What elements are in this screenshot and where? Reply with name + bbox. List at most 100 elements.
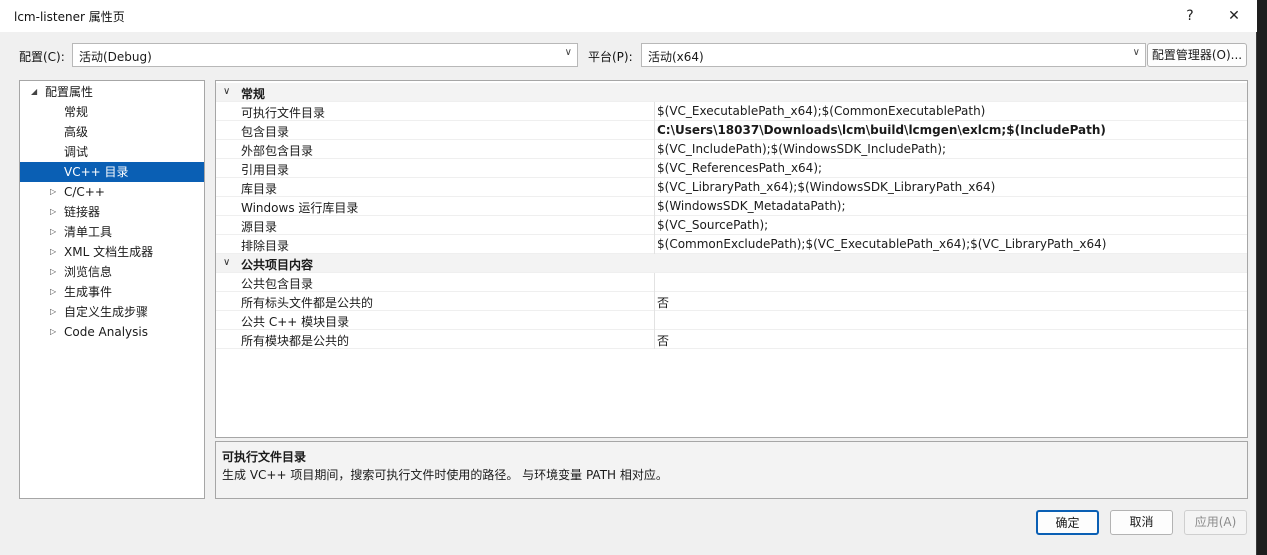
expanded-arrow-icon[interactable]: ◢ [31, 82, 37, 102]
tree-item[interactable]: ▷ 清单工具 [20, 222, 204, 242]
property-value[interactable]: $(VC_ExecutablePath_x64);$(CommonExecuta… [657, 104, 985, 118]
property-name: 外部包含目录 [241, 144, 314, 158]
property-row[interactable]: 可执行文件目录 $(VC_ExecutablePath_x64);$(Common… [216, 102, 1247, 121]
property-name: 源目录 [241, 220, 278, 234]
tree-item[interactable]: ▷ Code Analysis [20, 322, 204, 342]
property-name: 所有标头文件都是公共的 [241, 296, 374, 310]
property-tree[interactable]: ◢ 配置属性 常规 高级 调试 VC++ 目录 ▷ C/C++ ▷ 链接器 ▷ 清单工具 ▷ XML 文档… [19, 80, 205, 499]
property-name: 库目录 [241, 182, 278, 196]
tree-item[interactable]: 高级 [20, 122, 204, 142]
collapsed-arrow-icon[interactable]: ▷ [50, 242, 56, 262]
background-window-edge [1258, 0, 1267, 555]
chevron-down-icon: ∨ [1132, 47, 1140, 58]
tree-item[interactable]: ▷ 自定义生成步骤 [20, 302, 204, 322]
property-row[interactable]: 库目录 $(VC_LibraryPath_x64);$(WindowsSDK_Li… [216, 178, 1247, 197]
collapsed-arrow-icon[interactable]: ▷ [50, 182, 56, 202]
platform-select[interactable]: 活动(x64) ∨ [641, 43, 1146, 67]
close-button[interactable]: ✕ [1223, 6, 1245, 26]
column-divider [654, 292, 655, 311]
column-divider [654, 273, 655, 292]
tree-item-label: 浏览信息 [64, 265, 113, 279]
property-row[interactable]: 所有模块都是公共的 否 [216, 330, 1247, 349]
category-row[interactable]: ∨ 常规 [216, 83, 1247, 102]
tree-item-label: 配置属性 [45, 85, 94, 99]
platform-label: 平台(P): [588, 50, 633, 64]
column-divider [654, 197, 655, 216]
property-name: Windows 运行库目录 [241, 201, 359, 215]
tree-item[interactable]: VC++ 目录 [20, 162, 204, 182]
tree-item-label: Code Analysis [64, 325, 148, 339]
property-value[interactable]: $(VC_IncludePath);$(WindowsSDK_IncludePa… [657, 142, 946, 156]
tree-item-label: 高级 [64, 125, 89, 139]
property-value[interactable]: 否 [657, 294, 669, 311]
property-row[interactable]: 公共包含目录 [216, 273, 1247, 292]
configuration-select[interactable]: 活动(Debug) ∨ [72, 43, 578, 67]
tree-item-label: C/C++ [64, 185, 105, 199]
property-name: 公共包含目录 [241, 277, 314, 291]
collapsed-arrow-icon[interactable]: ▷ [50, 302, 56, 322]
collapsed-arrow-icon[interactable]: ▷ [50, 282, 56, 302]
column-divider [654, 178, 655, 197]
collapsed-arrow-icon[interactable]: ▷ [50, 262, 56, 282]
category-row[interactable]: ∨ 公共项目内容 [216, 254, 1247, 273]
property-name: 引用目录 [241, 163, 290, 177]
property-name: 包含目录 [241, 125, 290, 139]
column-divider [654, 311, 655, 330]
tree-item[interactable]: 常规 [20, 102, 204, 122]
property-name: 所有模块都是公共的 [241, 334, 350, 348]
property-value[interactable]: C:\Users\18037\Downloads\lcm\build\lcmge… [657, 123, 1106, 137]
collapsed-arrow-icon[interactable]: ▷ [50, 322, 56, 342]
help-button[interactable]: ? [1179, 6, 1201, 26]
collapsed-arrow-icon[interactable]: ▷ [50, 202, 56, 222]
column-divider [654, 235, 655, 254]
column-divider [654, 102, 655, 121]
tree-item[interactable]: ▷ XML 文档生成器 [20, 242, 204, 262]
tree-item[interactable]: ▷ C/C++ [20, 182, 204, 202]
property-row[interactable]: 公共 C++ 模块目录 [216, 311, 1247, 330]
property-name: 可执行文件目录 [241, 106, 326, 120]
description-panel: 可执行文件目录 生成 VC++ 项目期间，搜索可执行文件时使用的路径。 与环境变… [215, 441, 1248, 499]
collapsed-arrow-icon[interactable]: ▷ [50, 222, 56, 242]
ok-button[interactable]: 确定 [1036, 510, 1099, 535]
column-divider [654, 121, 655, 140]
property-pages-dialog: lcm-listener 属性页 ? ✕ 配置(C): 活动(Debug) ∨ … [0, 0, 1257, 555]
property-row[interactable]: 排除目录 $(CommonExcludePath);$(VC_Executable… [216, 235, 1247, 254]
property-value[interactable]: $(VC_ReferencesPath_x64); [657, 161, 822, 175]
tree-item[interactable]: 调试 [20, 142, 204, 162]
tree-item[interactable]: ▷ 生成事件 [20, 282, 204, 302]
property-row[interactable]: Windows 运行库目录 $(WindowsSDK_MetadataPath); [216, 197, 1247, 216]
property-row[interactable]: 所有标头文件都是公共的 否 [216, 292, 1247, 311]
property-row[interactable]: 源目录 $(VC_SourcePath); [216, 216, 1247, 235]
category-name: 常规 [241, 87, 266, 101]
collapse-arrow-icon[interactable]: ∨ [223, 86, 230, 97]
collapse-arrow-icon[interactable]: ∨ [223, 257, 230, 268]
cancel-button[interactable]: 取消 [1110, 510, 1173, 535]
tree-item[interactable]: ▷ 浏览信息 [20, 262, 204, 282]
tree-item-label: 自定义生成步骤 [64, 305, 149, 319]
property-value[interactable]: 否 [657, 332, 669, 349]
platform-value: 活动(x64) [648, 50, 704, 64]
column-divider [654, 140, 655, 159]
column-divider [654, 330, 655, 349]
property-row[interactable]: 外部包含目录 $(VC_IncludePath);$(WindowsSDK_Inc… [216, 140, 1247, 159]
tree-item[interactable]: ▷ 链接器 [20, 202, 204, 222]
property-name: 排除目录 [241, 239, 290, 253]
property-value[interactable]: $(VC_LibraryPath_x64);$(WindowsSDK_Libra… [657, 180, 995, 194]
property-value[interactable]: $(VC_SourcePath); [657, 218, 768, 232]
tree-item-label: 常规 [64, 105, 89, 119]
column-divider [654, 159, 655, 178]
title-bar: lcm-listener 属性页 ? ✕ [0, 0, 1257, 32]
property-value[interactable]: $(CommonExcludePath);$(VC_ExecutablePath… [657, 237, 1106, 251]
apply-button[interactable]: 应用(A) [1184, 510, 1247, 535]
property-value[interactable]: $(WindowsSDK_MetadataPath); [657, 199, 846, 213]
description-title: 可执行文件目录 [222, 450, 307, 464]
chevron-down-icon: ∨ [564, 47, 572, 58]
tree-item-label: 调试 [64, 145, 89, 159]
tree-item[interactable]: ◢ 配置属性 [20, 82, 204, 102]
window-title: lcm-listener 属性页 [14, 10, 125, 24]
property-grid[interactable]: ∨ 常规可执行文件目录 $(VC_ExecutablePath_x64);$(Com… [215, 80, 1248, 438]
configuration-manager-button[interactable]: 配置管理器(O)... [1147, 43, 1247, 67]
category-name: 公共项目内容 [241, 258, 314, 272]
property-row[interactable]: 包含目录 C:\Users\18037\Downloads\lcm\build\l… [216, 121, 1247, 140]
property-row[interactable]: 引用目录 $(VC_ReferencesPath_x64); [216, 159, 1247, 178]
